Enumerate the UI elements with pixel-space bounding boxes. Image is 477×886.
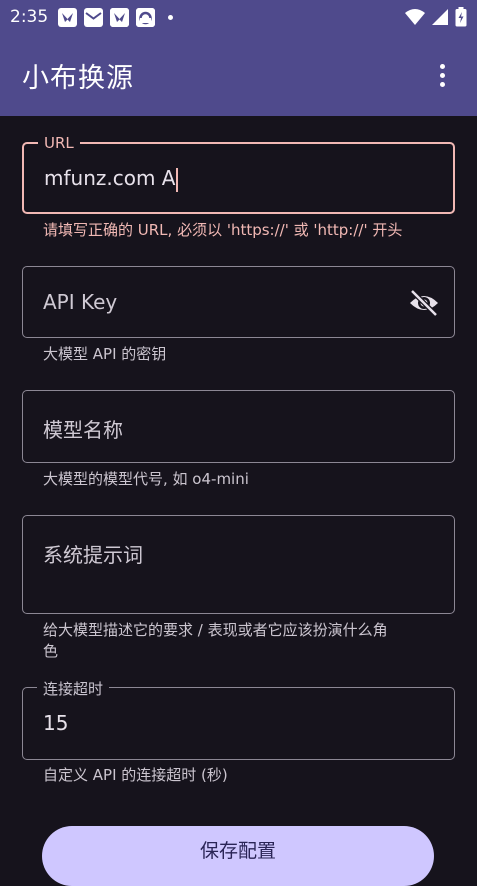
- overflow-menu-icon[interactable]: [427, 60, 457, 90]
- model-name-placeholder: 模型名称: [43, 418, 123, 442]
- timeout-helper: 自定义 API 的连接超时 (秒): [43, 766, 228, 784]
- api-key-placeholder: API Key: [43, 290, 118, 314]
- signal-icon: [432, 9, 448, 25]
- system-prompt-field[interactable]: 系统提示词: [22, 515, 455, 614]
- visibility-off-icon[interactable]: [408, 289, 440, 317]
- app-bar: 小布换源: [0, 34, 477, 116]
- system-status-icons: [405, 7, 467, 27]
- api-key-field[interactable]: API Key: [22, 266, 455, 338]
- bird-app-icon-2: [110, 7, 130, 27]
- status-bar: 2:35: [0, 0, 477, 34]
- api-key-helper: 大模型 API 的密钥: [43, 345, 167, 363]
- url-error-text: 请填写正确的 URL, 必须以 'https://' 或 'http://' 开…: [43, 221, 403, 239]
- timeout-field-label: 连接超时: [37, 678, 110, 699]
- timeout-field[interactable]: 连接超时 15: [22, 678, 455, 760]
- cloud-app-icon: [136, 7, 156, 27]
- status-time: 2:35: [10, 7, 49, 27]
- system-prompt-placeholder: 系统提示词: [43, 543, 143, 567]
- bird-app-icon: [58, 7, 78, 27]
- save-config-button[interactable]: 保存配置: [42, 826, 434, 886]
- more-notifications-dot: [168, 14, 174, 20]
- mail-icon: [84, 7, 104, 27]
- url-field[interactable]: URL mfunz.com A: [22, 134, 455, 214]
- system-prompt-helper-line2: 色: [43, 642, 59, 660]
- notification-icons: [58, 7, 174, 27]
- system-prompt-helper: 给大模型描述它的要求 / 表现或者它应该扮演什么角 色: [43, 620, 443, 662]
- system-prompt-helper-line1: 给大模型描述它的要求 / 表现或者它应该扮演什么角: [43, 621, 388, 639]
- model-name-helper: 大模型的模型代号, 如 o4-mini: [43, 470, 249, 488]
- timeout-input-value: 15: [43, 711, 69, 735]
- wifi-icon: [405, 9, 425, 25]
- url-field-label: URL: [38, 134, 80, 152]
- battery-icon: [455, 7, 467, 27]
- model-name-field[interactable]: 模型名称: [22, 390, 455, 463]
- app-title: 小布换源: [22, 63, 134, 94]
- url-input-value: mfunz.com A: [44, 166, 176, 190]
- text-cursor: [176, 167, 179, 192]
